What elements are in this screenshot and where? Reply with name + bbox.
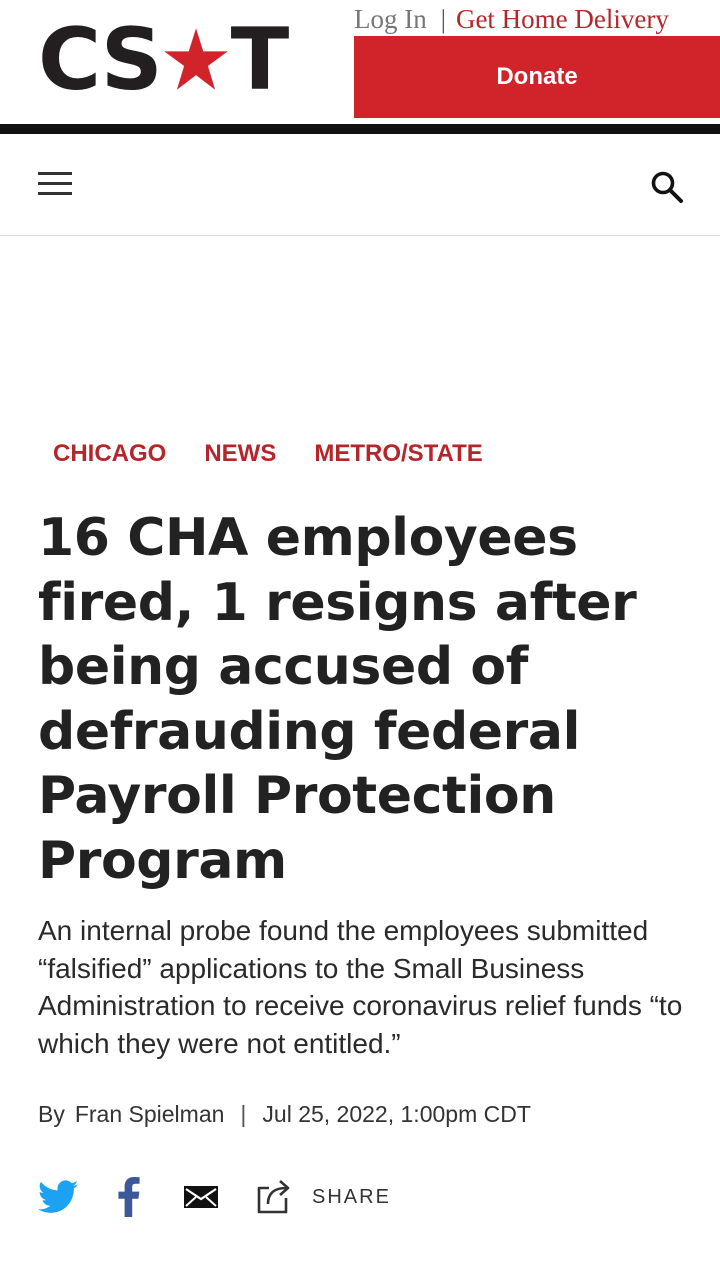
twitter-icon[interactable]: [38, 1180, 78, 1214]
author-link[interactable]: Fran Spielman: [75, 1101, 225, 1128]
category-links: CHICAGO NEWS METRO/STATE: [53, 440, 521, 468]
logo-text-left: CS: [38, 10, 163, 110]
share-label[interactable]: SHARE: [312, 1186, 391, 1209]
category-metro-state[interactable]: METRO/STATE: [314, 440, 482, 468]
top-links: Log In | Get Home Delivery: [354, 4, 720, 35]
hamburger-menu-icon[interactable]: [38, 170, 72, 198]
nav-bar: [0, 134, 720, 236]
header-divider: [0, 124, 720, 134]
share-row: SHARE: [38, 1172, 391, 1222]
star-icon: [163, 28, 228, 90]
article-dek: An internal probe found the employees su…: [38, 915, 683, 1059]
article-headline: 16 CHA employees fired, 1 resigns after …: [38, 508, 637, 891]
share-icon[interactable]: [256, 1178, 296, 1216]
login-link[interactable]: Log In: [354, 4, 427, 35]
byline-separator: |: [240, 1101, 247, 1127]
site-logo[interactable]: CS T: [38, 10, 290, 110]
top-links-separator: |: [440, 4, 446, 34]
category-news[interactable]: NEWS: [204, 440, 276, 468]
donate-button[interactable]: Donate: [354, 36, 720, 118]
facebook-icon[interactable]: [118, 1177, 140, 1217]
search-icon[interactable]: [650, 170, 684, 204]
byline: By Fran Spielman | Jul 25, 2022, 1:00pm …: [38, 1101, 531, 1128]
home-delivery-link[interactable]: Get Home Delivery: [456, 4, 669, 35]
logo-text-right: T: [230, 10, 290, 110]
publish-date: Jul 25, 2022, 1:00pm CDT: [262, 1101, 531, 1127]
byline-prefix: By: [38, 1101, 65, 1127]
category-chicago[interactable]: CHICAGO: [53, 440, 166, 468]
email-icon[interactable]: [184, 1186, 218, 1208]
